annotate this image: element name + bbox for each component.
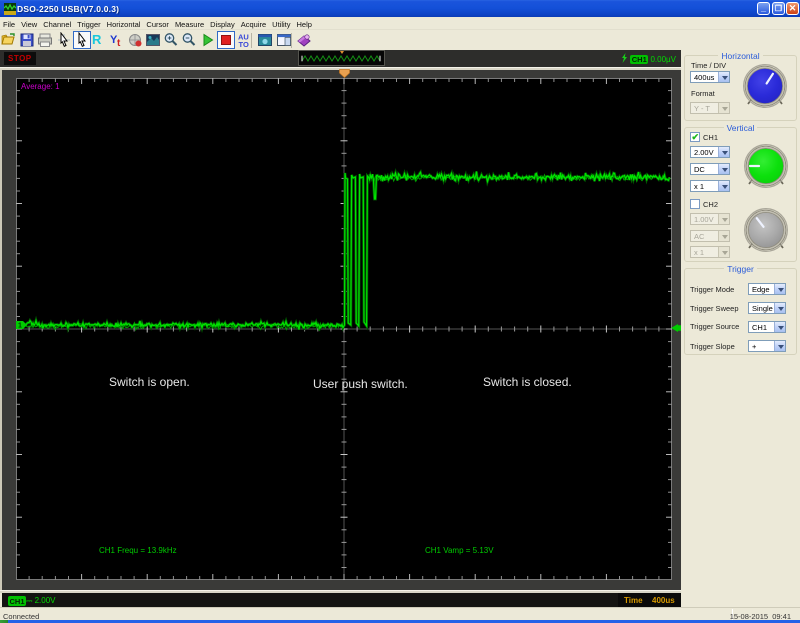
svg-text:t: t: [117, 38, 121, 48]
svg-text:1: 1: [18, 323, 22, 330]
svg-text:TO: TO: [239, 40, 249, 48]
